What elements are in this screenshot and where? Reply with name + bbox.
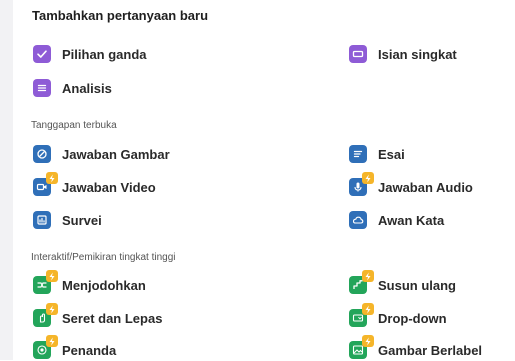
poll-icon <box>33 211 51 229</box>
lightning-icon <box>362 172 374 184</box>
question-type-audio-response[interactable]: Jawaban Audio <box>349 172 473 198</box>
question-type-label: Pilihan ganda <box>62 46 147 62</box>
question-type-drawing[interactable]: Jawaban Gambar <box>33 143 170 165</box>
question-type-hotspot[interactable]: Penanda <box>33 335 117 361</box>
question-type-labeled-image[interactable]: Gambar Berlabel <box>349 335 483 361</box>
question-type-video-response[interactable]: Jawaban Video <box>33 172 156 198</box>
match-icon <box>33 270 58 294</box>
question-type-label: Jawaban Video <box>62 179 156 195</box>
lightning-icon <box>46 303 58 315</box>
question-type-multiple-choice[interactable]: Pilihan ganda <box>33 43 147 65</box>
check-icon <box>33 45 51 63</box>
labeled-image-icon <box>349 335 374 359</box>
question-type-label: Susun ulang <box>378 277 456 293</box>
question-type-label: Analisis <box>62 80 112 96</box>
question-type-label: Awan Kata <box>378 212 445 228</box>
question-type-label: Seret dan Lepas <box>62 310 163 326</box>
drag-icon <box>33 303 58 327</box>
lightning-icon <box>46 335 58 347</box>
lightning-icon <box>46 270 58 282</box>
lightning-icon <box>362 270 374 282</box>
lightning-icon <box>362 303 374 315</box>
question-type-label: Jawaban Audio <box>378 179 473 195</box>
question-type-label: Menjodohkan <box>62 277 146 293</box>
draw-icon <box>33 145 51 163</box>
reorder-icon <box>349 270 374 294</box>
question-type-label: Isian singkat <box>378 46 457 62</box>
question-type-drop-down[interactable]: Drop-down <box>349 303 447 329</box>
hotspot-icon <box>33 335 58 359</box>
dropdown-icon <box>349 303 374 327</box>
left-rail <box>0 0 13 360</box>
question-type-poll[interactable]: Survei <box>33 209 102 231</box>
question-type-drag-and-drop[interactable]: Seret dan Lepas <box>33 303 163 329</box>
question-type-label: Penanda <box>62 342 117 358</box>
question-type-label: Gambar Berlabel <box>378 342 483 358</box>
microphone-icon <box>349 172 374 196</box>
textbox-icon <box>349 45 367 63</box>
question-type-label: Drop-down <box>378 310 447 326</box>
section-label-interactive: Interaktif/Pemikiran tingkat tinggi <box>31 252 176 263</box>
video-icon <box>33 172 58 196</box>
question-type-analysis[interactable]: Analisis <box>33 77 112 99</box>
lightning-icon <box>46 172 58 184</box>
add-question-panel: Tambahkan pertanyaan baru Pilihan ganda … <box>13 0 515 360</box>
question-type-essay[interactable]: Esai <box>349 143 405 165</box>
text-lines-icon <box>349 145 367 163</box>
question-type-label: Esai <box>378 146 405 162</box>
panel-title: Tambahkan pertanyaan baru <box>32 8 209 23</box>
question-type-short-answer[interactable]: Isian singkat <box>349 43 457 65</box>
question-type-match[interactable]: Menjodohkan <box>33 270 146 296</box>
lines-icon <box>33 79 51 97</box>
lightning-icon <box>362 335 374 347</box>
cloud-icon <box>349 211 367 229</box>
question-type-reorder[interactable]: Susun ulang <box>349 270 456 296</box>
section-label-open-ended: Tanggapan terbuka <box>31 120 117 131</box>
question-type-word-cloud[interactable]: Awan Kata <box>349 209 444 231</box>
question-type-label: Jawaban Gambar <box>62 146 170 162</box>
question-type-label: Survei <box>62 212 102 228</box>
